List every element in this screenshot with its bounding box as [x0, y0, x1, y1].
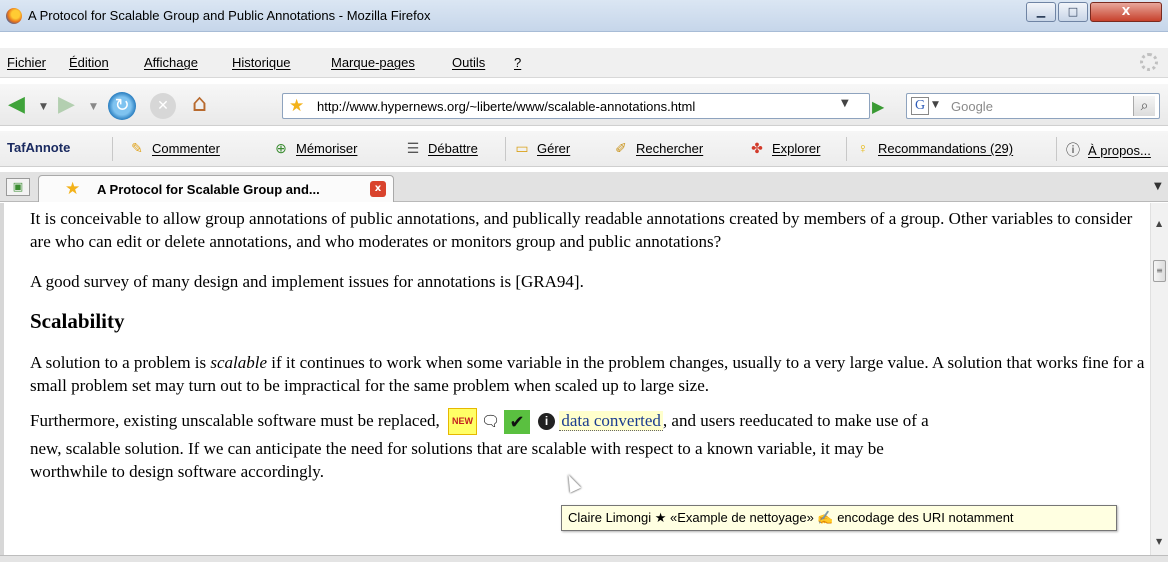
- annotation-tooltip: Claire Limongi ★ «Example de nettoyage» …: [561, 505, 1117, 531]
- bookmark-star-icon[interactable]: ★: [289, 96, 304, 116]
- close-window-button[interactable]: X: [1090, 2, 1162, 22]
- paragraph: A good survey of many design and impleme…: [30, 272, 584, 291]
- search-pen-icon: ✐: [615, 140, 627, 156]
- go-arrow-icon[interactable]: ▶: [872, 97, 884, 116]
- help-icon: ⓘ: [1066, 142, 1080, 158]
- tafannote-toolbar: TafAnnote ✎ Commenter ⊕ Mémoriser ☰ Débattr…: [0, 131, 1168, 167]
- text-span: A solution to a problem is: [30, 353, 211, 372]
- bookmark-plus-icon: ⊕: [275, 140, 287, 156]
- search-placeholder[interactable]: Google: [951, 99, 993, 114]
- new-annotation-badge[interactable]: NEW: [448, 408, 478, 435]
- toolbar-separator: [112, 137, 113, 161]
- window-title: A Protocol for Scalable Group and Public…: [28, 8, 431, 23]
- tafannote-brand[interactable]: TafAnnote: [7, 140, 70, 155]
- forward-dropdown-icon[interactable]: ▼: [90, 96, 97, 118]
- memoriser-button[interactable]: ⊕ Mémoriser: [272, 140, 357, 157]
- paragraph: It is conceivable to allow group annotat…: [30, 209, 1133, 251]
- new-tab-button[interactable]: ▣: [6, 178, 30, 196]
- search-engine-dropdown-icon[interactable]: ▼: [932, 100, 939, 110]
- emphasis-text: scalable: [210, 353, 268, 372]
- tab-active[interactable]: ★ A Protocol for Scalable Group and... x: [38, 175, 394, 202]
- window-bottom-border: [0, 555, 1168, 562]
- tab-title[interactable]: A Protocol for Scalable Group and...: [97, 182, 320, 197]
- scroll-down-arrow-icon[interactable]: ▼: [1156, 537, 1162, 546]
- pen-icon: ✎: [131, 140, 143, 156]
- info-icon[interactable]: i: [538, 413, 556, 430]
- window-titlebar: A Protocol for Scalable Group and Public…: [0, 0, 1168, 32]
- commenter-button[interactable]: ✎ Commenter: [128, 140, 220, 157]
- tab-bar: ▣ ★ A Protocol for Scalable Group and...…: [0, 172, 1168, 202]
- menu-bookmarks[interactable]: Marque-pages: [331, 55, 415, 70]
- gerer-button[interactable]: ▭ Gérer: [513, 140, 570, 157]
- stop-icon[interactable]: ✕: [150, 93, 176, 119]
- url-text[interactable]: http://www.hypernews.org/~liberte/www/sc…: [317, 99, 695, 114]
- scroll-up-arrow-icon[interactable]: ▲: [1156, 219, 1162, 228]
- menu-history[interactable]: Historique: [232, 55, 291, 70]
- menu-bar: Fichier Édition Affichage Historique Mar…: [0, 48, 1168, 78]
- annotated-highlight[interactable]: data converted: [559, 411, 663, 431]
- menu-file[interactable]: Fichier: [7, 55, 46, 70]
- reload-icon[interactable]: ↻: [108, 92, 136, 120]
- comment-bubble-icon[interactable]: 🗨: [481, 411, 500, 434]
- lightbulb-icon: ♀: [857, 140, 869, 156]
- menu-view[interactable]: Affichage: [144, 55, 198, 70]
- section-heading: Scalability: [30, 309, 125, 333]
- vertical-scrollbar[interactable]: ▲ ≡ ▼: [1150, 203, 1168, 555]
- text-span: worthwhile to design software accordingl…: [30, 462, 324, 481]
- minimize-button[interactable]: ▁: [1026, 2, 1056, 22]
- tab-close-icon[interactable]: x: [370, 181, 386, 197]
- menu-help[interactable]: ?: [514, 55, 521, 70]
- search-icon[interactable]: ⌕: [1133, 96, 1155, 116]
- url-bar[interactable]: ★ http://www.hypernews.org/~liberte/www/…: [282, 93, 870, 119]
- document-body: It is conceivable to allow group annotat…: [30, 207, 1148, 483]
- firefox-icon: [6, 8, 22, 24]
- text-span: Furthermore, existing unscalable softwar…: [30, 411, 440, 430]
- toolbar-separator: [846, 137, 847, 161]
- checkmark-icon[interactable]: ✔: [504, 410, 531, 434]
- url-history-dropdown-icon[interactable]: ▼: [841, 98, 849, 109]
- paragraph: new, scalable solution. If we can antici…: [30, 437, 1148, 483]
- menu-edit[interactable]: Édition: [69, 55, 109, 70]
- paragraph: A solution to a problem is scalable if i…: [30, 351, 1148, 397]
- a-propos-button[interactable]: ⓘ À propos...: [1064, 140, 1151, 160]
- paragraph: Furthermore, existing unscalable softwar…: [30, 408, 1148, 435]
- explore-icon: ✤: [751, 140, 763, 156]
- forward-arrow-icon[interactable]: ▶: [58, 94, 75, 116]
- folder-icon: ▭: [515, 140, 529, 156]
- debattre-button[interactable]: ☰ Débattre: [404, 140, 478, 157]
- toolbar-separator: [1056, 137, 1057, 161]
- maximize-button[interactable]: □: [1058, 2, 1088, 22]
- text-span: , and users reeducated to make use of a: [662, 411, 929, 430]
- tab-favicon-star-icon: ★: [65, 179, 81, 199]
- navigation-toolbar: ◀ ▼ ▶ ▼ ↻ ✕ ⌂ ★ http://www.hypernews.org…: [0, 84, 1168, 126]
- explorer-button[interactable]: ✤ Explorer: [748, 140, 820, 157]
- scroll-thumb[interactable]: ≡: [1153, 260, 1166, 282]
- list-icon: ☰: [406, 140, 420, 156]
- rechercher-button[interactable]: ✐ Rechercher: [612, 140, 703, 157]
- throbber-icon: [1140, 53, 1158, 71]
- back-arrow-icon[interactable]: ◀: [8, 94, 25, 116]
- text-span: new, scalable solution. If we can antici…: [30, 439, 884, 458]
- search-engine-icon[interactable]: G: [911, 97, 929, 115]
- menu-tools[interactable]: Outils: [452, 55, 485, 70]
- tab-list-dropdown-icon[interactable]: ▼: [1154, 181, 1162, 192]
- page-content: It is conceivable to allow group annotat…: [0, 203, 1168, 555]
- back-dropdown-icon[interactable]: ▼: [40, 96, 47, 118]
- recommandations-button[interactable]: ♀ Recommandations (29): [854, 140, 1013, 156]
- toolbar-separator: [505, 137, 506, 161]
- search-bar[interactable]: G ▼ Google ⌕: [906, 93, 1160, 119]
- home-icon[interactable]: ⌂: [192, 91, 207, 115]
